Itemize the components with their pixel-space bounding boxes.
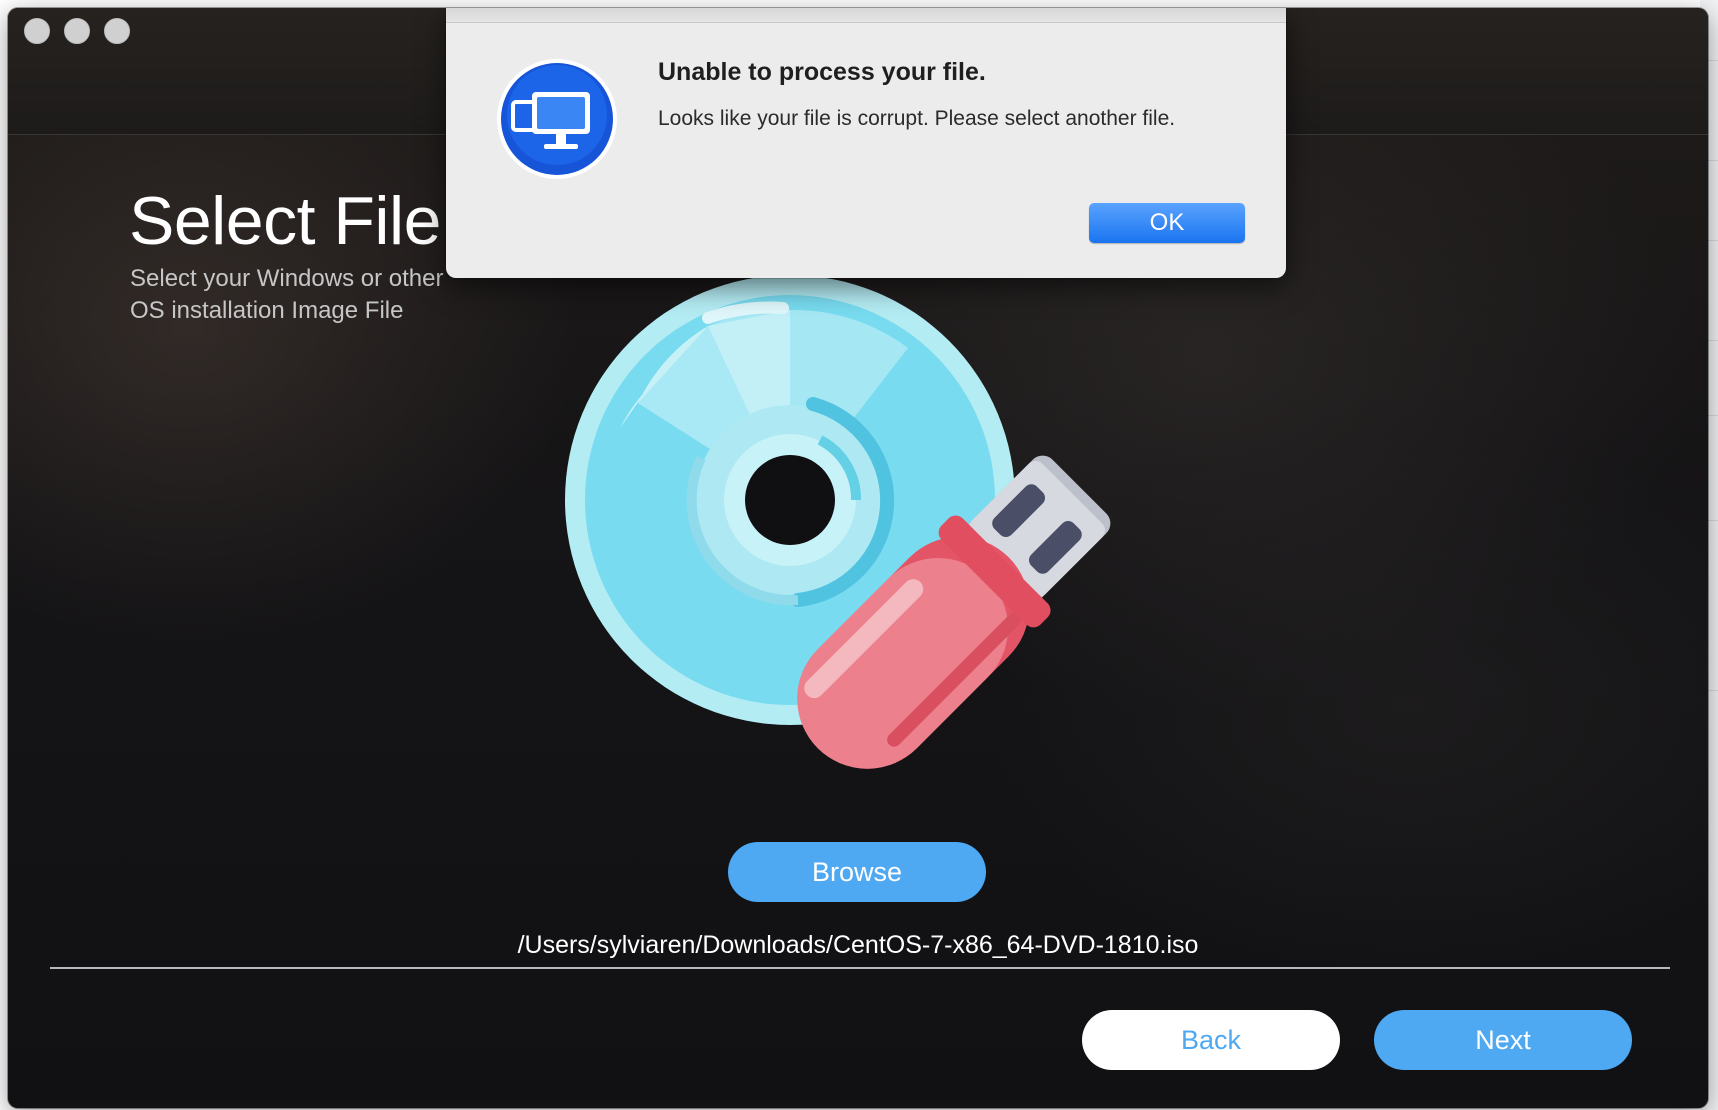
next-button[interactable]: Next — [1374, 1010, 1632, 1070]
selected-file-path: /Users/sylviaren/Downloads/CentOS-7-x86_… — [517, 931, 1199, 959]
app-window: Select File Select your Windows or other… — [8, 8, 1708, 1108]
monitor-duplicate-icon — [497, 59, 617, 179]
alert-title: Unable to process your file. — [658, 58, 986, 86]
ok-button[interactable]: OK — [1089, 203, 1245, 243]
browse-button[interactable]: Browse — [728, 842, 986, 902]
divider — [50, 967, 1670, 969]
alert-message: Looks like your file is corrupt. Please … — [658, 107, 1176, 130]
error-alert-dialog: Unable to process your file. Looks like … — [446, 8, 1286, 278]
alert-top-edge — [446, 8, 1286, 23]
back-button[interactable]: Back — [1082, 1010, 1340, 1070]
